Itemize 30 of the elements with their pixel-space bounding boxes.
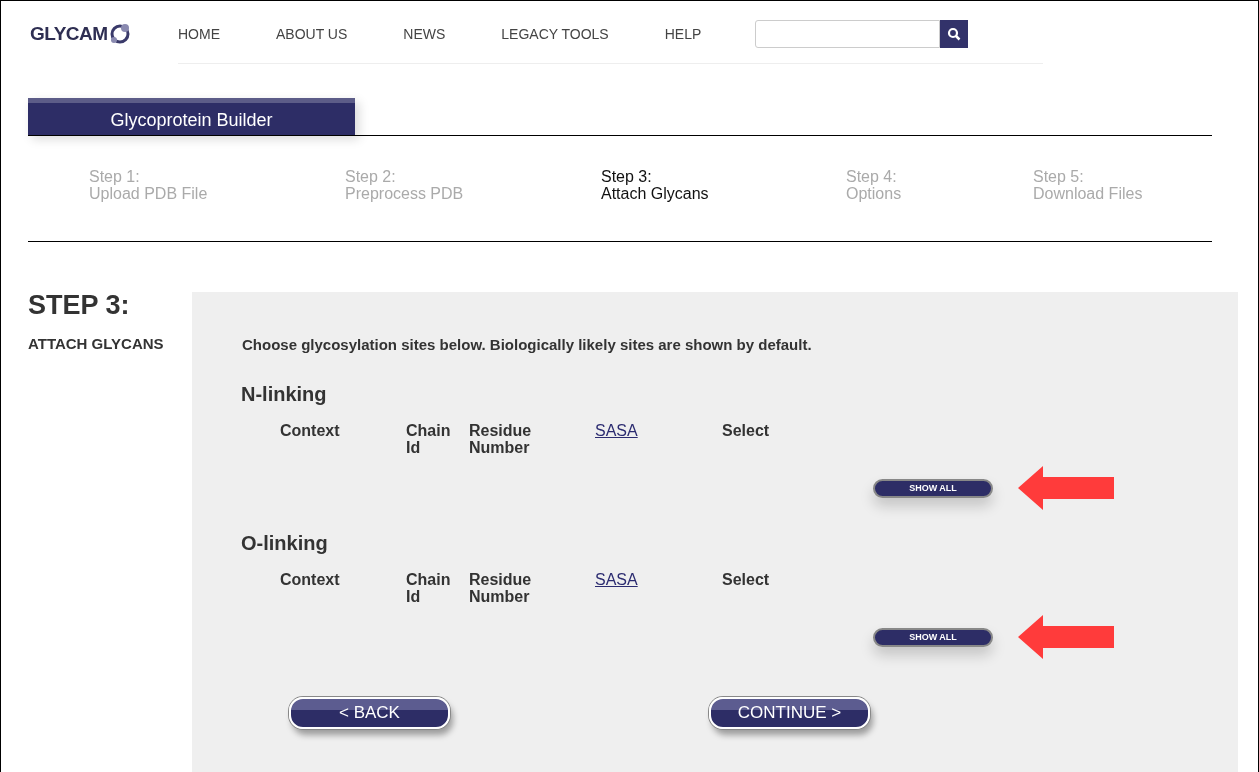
column-header: Residue Number	[469, 422, 533, 456]
column-header: Residue Number	[469, 571, 533, 605]
column-header: Chain Id	[406, 422, 452, 456]
column-header-link[interactable]: SASA	[595, 571, 722, 588]
show-all-button[interactable]: SHOW ALL	[873, 627, 993, 647]
column-header: Chain Id	[406, 571, 452, 605]
show-all-button[interactable]: SHOW ALL	[873, 478, 993, 498]
section-title: N-linking	[241, 383, 328, 406]
search-field[interactable]	[755, 20, 941, 48]
search-icon	[947, 27, 962, 41]
search-button[interactable]	[940, 20, 969, 48]
nav-link[interactable]: ABOUT US	[276, 26, 348, 42]
column-header: Select	[722, 571, 770, 588]
builder-tab[interactable]: Glycoprotein Builder	[28, 98, 355, 135]
column-header: Context	[280, 571, 341, 588]
back-button[interactable]: < BACK	[289, 697, 450, 729]
step-heading: STEP 3:	[28, 290, 131, 321]
logo-text[interactable]: GLYCAM	[30, 23, 108, 45]
column-header: Select	[722, 422, 770, 439]
nav-link[interactable]: LEGACY TOOLS	[501, 26, 609, 42]
nav-link[interactable]: HOME	[178, 26, 220, 42]
section-title: O-linking	[241, 532, 329, 555]
step-subheading: ATTACH GLYCANS	[28, 335, 165, 352]
nav-link[interactable]: HELP	[664, 26, 702, 42]
nav-link[interactable]: NEWS	[403, 26, 446, 42]
step-link[interactable]: Step 3: Attach Glycans	[601, 168, 846, 203]
column-header: Context	[280, 422, 341, 439]
column-header-link[interactable]: SASA	[595, 422, 722, 439]
continue-button[interactable]: CONTINUE >	[709, 697, 870, 729]
intro-text: Choose glycosylation sites below. Biologically likely sites are shown by default.	[242, 336, 813, 353]
